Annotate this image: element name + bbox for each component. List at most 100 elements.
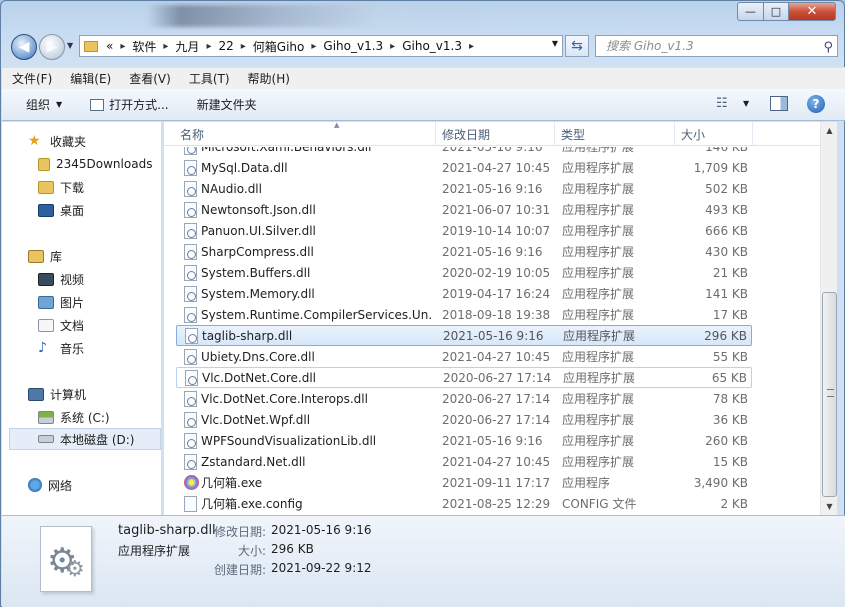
chevron-right-icon[interactable]: ▸	[469, 41, 474, 52]
scroll-up-icon[interactable]: ▲	[821, 122, 838, 139]
breadcrumb-item[interactable]: 何箱Giho	[253, 38, 305, 55]
nav-label: 网络	[48, 478, 73, 493]
nav-item-desktop[interactable]: 桌面	[38, 199, 161, 221]
dll-file-icon	[184, 222, 197, 239]
address-dropdown-icon[interactable]: ▼	[552, 39, 558, 48]
file-row[interactable]: Panuon.UI.Silver.dll 2019-10-14 10:07 应用程序…	[176, 220, 752, 241]
organize-button[interactable]: 组织 ▼	[26, 96, 62, 113]
open-with-button[interactable]: 打开方式...	[90, 96, 169, 113]
column-divider[interactable]	[435, 122, 436, 146]
nav-label: 系统 (C:)	[60, 410, 110, 425]
file-size: 493 KB	[705, 202, 748, 217]
column-divider[interactable]	[752, 122, 753, 146]
help-icon[interactable]: ?	[807, 95, 825, 113]
new-folder-button[interactable]: 新建文件夹	[197, 96, 257, 113]
file-row[interactable]: System.Runtime.CompilerServices.Un... 201…	[176, 304, 752, 325]
maximize-button[interactable]: □	[763, 2, 789, 21]
file-row[interactable]: Zstandard.Net.dll 2021-04-27 10:45 应用程序扩展 1…	[176, 451, 752, 472]
breadcrumb-item[interactable]: Giho_v1.3	[323, 39, 383, 53]
nav-item-2345downloads[interactable]: 2345Downloads	[38, 153, 161, 175]
change-view-icon[interactable]: ☷	[716, 96, 728, 111]
nav-item-drive-c[interactable]: 系统 (C:)	[38, 406, 161, 428]
breadcrumb-item[interactable]: 九月	[175, 38, 199, 55]
file-type: CONFIG 文件	[562, 497, 637, 511]
minimize-button[interactable]: —	[737, 2, 764, 21]
file-row[interactable]: NAudio.dll 2021-05-16 9:16 应用程序扩展 502 KB	[176, 178, 752, 199]
breadcrumb-item[interactable]: 软件	[132, 38, 156, 55]
file-row[interactable]: Ubiety.Dns.Core.dll 2021-04-27 10:45 应用程序扩…	[176, 346, 752, 367]
chevron-right-icon[interactable]: ▸	[241, 41, 246, 52]
chevron-right-icon[interactable]: ▸	[206, 41, 211, 52]
column-name[interactable]: 名称	[180, 126, 204, 143]
address-bar[interactable]: « ▸ 软件 ▸ 九月 ▸ 22 ▸ 何箱Giho ▸ Giho_v1.3 ▸ …	[79, 35, 563, 57]
chevron-right-icon[interactable]: ▸	[163, 41, 168, 52]
back-button[interactable]: ◀	[11, 34, 37, 60]
file-row[interactable]: taglib-sharp.dll 2021-05-16 9:16 应用程序扩展 296…	[176, 325, 752, 346]
file-row[interactable]: Vlc.DotNet.Core.dll 2020-06-27 17:14 应用程序扩…	[176, 367, 752, 388]
file-row[interactable]: WPFSoundVisualizationLib.dll 2021-05-16 9…	[176, 430, 752, 451]
breadcrumb-overflow[interactable]: «	[106, 39, 113, 53]
scroll-thumb[interactable]	[822, 292, 837, 497]
menu-view[interactable]: 查看(V)	[127, 70, 173, 87]
gear-icon: ⚙	[65, 557, 85, 582]
nav-network[interactable]: 网络	[28, 474, 161, 496]
nav-item-downloads[interactable]: 下载	[38, 176, 161, 198]
config-file-icon	[184, 495, 197, 512]
close-button[interactable]: ✕	[788, 2, 836, 21]
refresh-button[interactable]: ⇆	[565, 35, 589, 57]
file-row[interactable]: 几何箱.exe 2021-09-11 17:17 应用程序 3,490 KB	[176, 472, 752, 493]
file-row[interactable]: Vlc.DotNet.Core.Interops.dll 2020-06-27 1…	[176, 388, 752, 409]
search-input[interactable]: 搜索 Giho_v1.3 ⚲	[595, 35, 838, 57]
column-size[interactable]: 大小	[681, 126, 705, 143]
view-dropdown-icon[interactable]: ▼	[743, 99, 749, 108]
menu-edit[interactable]: 编辑(E)	[68, 70, 113, 87]
nav-item-videos[interactable]: 视频	[38, 268, 161, 290]
file-type: 应用程序扩展	[562, 434, 635, 448]
menu-bar: 文件(F) 编辑(E) 查看(V) 工具(T) 帮助(H)	[2, 67, 845, 89]
menu-tools[interactable]: 工具(T)	[187, 70, 232, 87]
column-date[interactable]: 修改日期	[442, 126, 490, 143]
file-type: 应用程序扩展	[562, 224, 635, 238]
chevron-right-icon[interactable]: ▸	[311, 41, 316, 52]
column-type[interactable]: 类型	[561, 126, 585, 143]
nav-item-drive-d[interactable]: 本地磁盘 (D:)	[9, 428, 161, 450]
file-row[interactable]: Newtonsoft.Json.dll 2021-06-07 10:31 应用程序扩…	[176, 199, 752, 220]
file-row[interactable]: Vlc.DotNet.Wpf.dll 2020-06-27 17:14 应用程序扩展…	[176, 409, 752, 430]
menu-help[interactable]: 帮助(H)	[246, 70, 292, 87]
forward-button[interactable]: ▶	[39, 34, 65, 60]
file-row[interactable]: SharpCompress.dll 2021-05-16 9:16 应用程序扩展 43…	[176, 241, 752, 262]
file-row[interactable]: 几何箱.exe.config 2021-08-25 12:29 CONFIG 文件 2…	[176, 493, 752, 514]
explorer-window: — □ ✕ ◀ ▶ ▼ « ▸ 软件 ▸ 九月 ▸ 22 ▸ 何箱Giho ▸ …	[0, 0, 845, 607]
nav-libraries[interactable]: 库	[28, 245, 161, 267]
column-divider[interactable]	[554, 122, 555, 146]
file-name: Zstandard.Net.dll	[201, 454, 306, 469]
nav-favorites[interactable]: ★ 收藏夹	[28, 130, 161, 152]
file-row[interactable]: System.Memory.dll 2019-04-17 16:24 应用程序扩展 1…	[176, 283, 752, 304]
recent-pages-dropdown-icon[interactable]: ▼	[67, 41, 73, 50]
preview-pane-icon[interactable]	[770, 96, 788, 111]
file-type: 应用程序扩展	[562, 287, 635, 301]
nav-item-music[interactable]: ♪ 音乐	[38, 337, 161, 359]
chevron-right-icon[interactable]: ▸	[390, 41, 395, 52]
menu-file[interactable]: 文件(F)	[10, 70, 54, 87]
file-size: 296 KB	[704, 328, 747, 343]
nav-computer[interactable]: 计算机	[28, 383, 161, 405]
file-row[interactable]: System.Buffers.dll 2020-02-19 10:05 应用程序扩展…	[176, 262, 752, 283]
column-divider[interactable]	[674, 122, 675, 146]
vertical-scrollbar[interactable]: ▲ ▼	[820, 122, 837, 515]
dll-file-icon	[184, 264, 197, 281]
detail-modified-value: 2021-05-16 9:16	[271, 523, 372, 537]
file-date: 2018-09-18 19:38	[442, 307, 551, 322]
scroll-down-icon[interactable]: ▼	[821, 498, 838, 515]
document-icon	[38, 318, 54, 332]
breadcrumb-item[interactable]: Giho_v1.3	[402, 39, 462, 53]
nav-item-documents[interactable]: 文档	[38, 314, 161, 336]
detail-filetype: 应用程序扩展	[118, 544, 191, 558]
file-size: 55 KB	[712, 349, 748, 364]
file-date: 2020-06-27 17:14	[442, 412, 551, 427]
nav-item-pictures[interactable]: 图片	[38, 291, 161, 313]
search-icon[interactable]: ⚲	[823, 38, 833, 58]
dll-file-icon	[184, 285, 197, 302]
breadcrumb-item[interactable]: 22	[218, 39, 233, 53]
file-row[interactable]: MySql.Data.dll 2021-04-27 10:45 应用程序扩展 1,70…	[176, 157, 752, 178]
